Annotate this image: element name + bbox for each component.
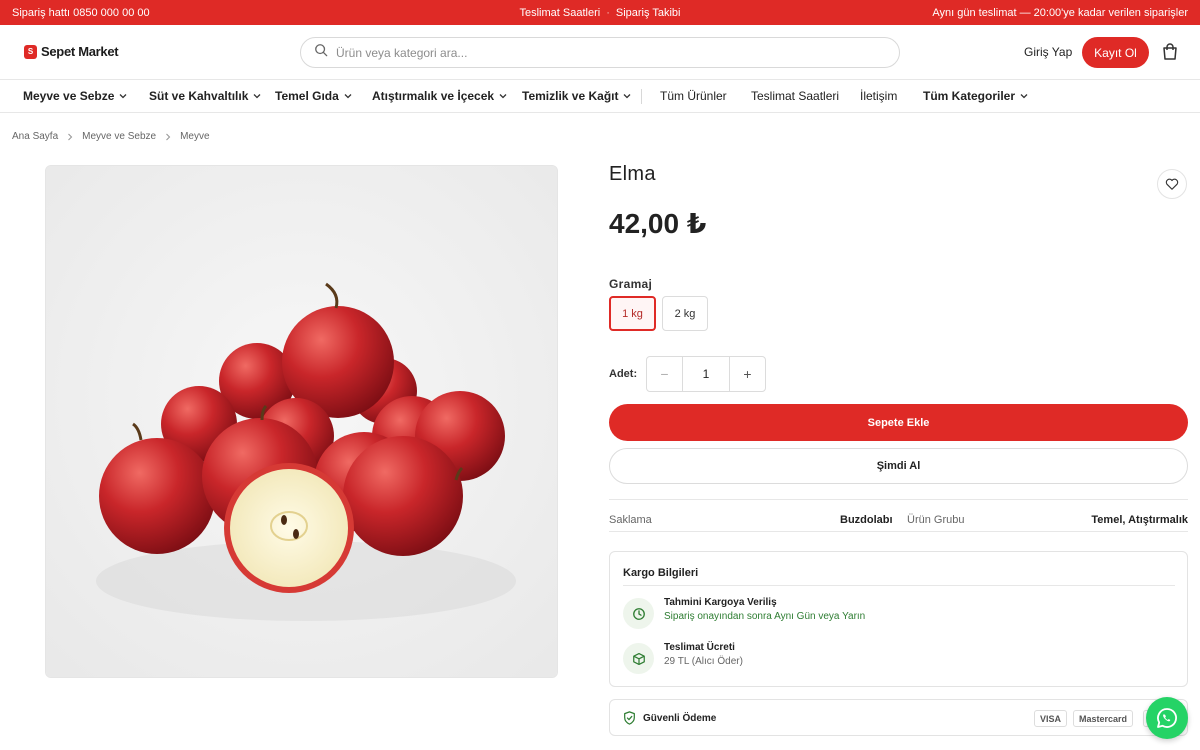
logo-text: Sepet Market [41,44,119,59]
quantity-label: Adet: [609,368,638,380]
login-link[interactable]: Giriş Yap [1024,45,1072,59]
main-nav: Meyve ve Sebze Süt ve Kahvaltılık Temel … [0,80,1200,113]
spec-value-storage: Buzdolabı [840,514,893,526]
whatsapp-button[interactable] [1146,697,1188,739]
nav-temizlik-kagit[interactable]: Temizlik ve Kağıt [522,89,632,103]
top-announcement-bar: Sipariş hattı 0850 000 00 00 Teslimat Sa… [0,0,1200,25]
visa-badge: VISA [1034,710,1068,727]
product-specs: Saklama Buzdolabı Ürün Grubu Temel, Atış… [609,499,1188,532]
nav-atistirmalik-icecek[interactable]: Atıştırmalık ve İçecek [372,89,508,103]
nav-item-label: Tüm Kategoriler [923,89,1016,103]
top-link-separator: · [606,7,610,19]
quantity-increase-button[interactable]: + [730,357,765,391]
breadcrumb: Ana Sayfa Meyve ve Sebze Meyve [12,131,210,142]
option-1kg[interactable]: 1 kg [609,296,656,331]
search-icon [314,43,328,62]
product-price: 42,00 ₺ [609,208,707,239]
nav-item-label: Meyve ve Sebze [23,89,115,103]
chevron-down-icon [344,94,352,99]
register-button[interactable]: Kayıt Ol [1082,37,1149,68]
top-link-order-tracking[interactable]: Sipariş Takibi [616,7,681,19]
apple-photo [46,166,557,677]
option-2kg[interactable]: 2 kg [662,296,708,331]
logo[interactable]: S Sepet Market [24,44,119,59]
nav-meyve-sebze[interactable]: Meyve ve Sebze [23,89,128,103]
breadcrumb-current[interactable]: Meyve [180,131,209,142]
nav-teslimat-saatleri[interactable]: Teslimat Saatleri [751,89,839,103]
chevron-down-icon [253,94,261,99]
chevron-right-icon [68,133,73,140]
mastercard-badge: Mastercard [1073,710,1134,727]
secure-payment-bar: Güvenli Ödeme VISA Mastercard [609,699,1188,736]
nav-divider [641,89,642,104]
nav-iletisim[interactable]: İletişim [860,89,897,103]
logo-mark: S [24,44,37,59]
gram-label: Gramaj [609,277,653,291]
cargo-shipping-sub: Sipariş onayından sonra Aynı Gün veya Ya… [664,611,866,622]
spec-key-group: Ürün Grubu [907,514,965,526]
nav-tum-urunler[interactable]: Tüm Ürünler [660,89,727,103]
chevron-down-icon [119,94,127,99]
search-input[interactable] [336,45,876,60]
quantity-stepper: − 1 + [646,356,766,392]
nav-item-label: Temel Gıda [275,89,339,103]
same-day-notice: Aynı gün teslimat — 20:00'ye kadar veril… [932,7,1188,19]
chevron-down-icon [624,94,631,99]
cart-icon[interactable] [1160,42,1180,67]
spec-value-group: Temel, Atıştırmalık [1091,514,1188,526]
nav-temel-gida[interactable]: Temel Gıda [275,89,353,103]
box-icon [623,643,654,674]
top-link-delivery-hours[interactable]: Teslimat Saatleri [520,7,601,19]
chevron-down-icon [1020,94,1028,99]
heart-icon [1165,178,1179,190]
nav-item-label: Atıştırmalık ve İçecek [372,89,495,103]
clock-icon [623,598,654,629]
cargo-divider [623,585,1175,586]
cargo-fee-title: Teslimat Ücreti [664,642,735,653]
shield-check-icon [623,711,636,730]
cargo-info-card: Kargo Bilgileri Tahmini Kargoya Veriliş … [609,551,1188,687]
cargo-title: Kargo Bilgileri [623,567,699,579]
site-header: S Sepet Market Giriş Yap Kayıt Ol [0,25,1200,80]
quantity-decrease-button[interactable]: − [647,357,682,391]
nav-item-label: Süt ve Kahvaltılık [149,89,249,103]
nav-item-label: Temizlik ve Kağıt [522,89,619,103]
chevron-down-icon [499,94,507,99]
add-to-cart-button[interactable]: Sepete Ekle [609,404,1188,441]
whatsapp-icon [1157,708,1177,728]
secure-payment-label: Güvenli Ödeme [643,713,717,724]
spec-key-storage: Saklama [609,514,652,526]
search-bar[interactable] [300,37,900,68]
cargo-fee-sub: 29 TL (Alıcı Öder) [664,656,743,667]
breadcrumb-category[interactable]: Meyve ve Sebze [82,131,156,142]
quantity-value[interactable]: 1 [682,357,730,391]
breadcrumb-home[interactable]: Ana Sayfa [12,131,58,142]
product-image[interactable] [45,165,558,678]
favorite-button[interactable] [1157,169,1187,199]
nav-tum-kategoriler[interactable]: Tüm Kategoriler [923,89,1029,103]
nav-sut-kahvaltilik[interactable]: Süt ve Kahvaltılık [149,89,262,103]
buy-now-button[interactable]: Şimdi Al [609,448,1188,484]
chevron-right-icon [166,133,171,140]
cargo-shipping-title: Tahmini Kargoya Veriliş [664,597,777,608]
product-title: Elma [609,163,656,185]
